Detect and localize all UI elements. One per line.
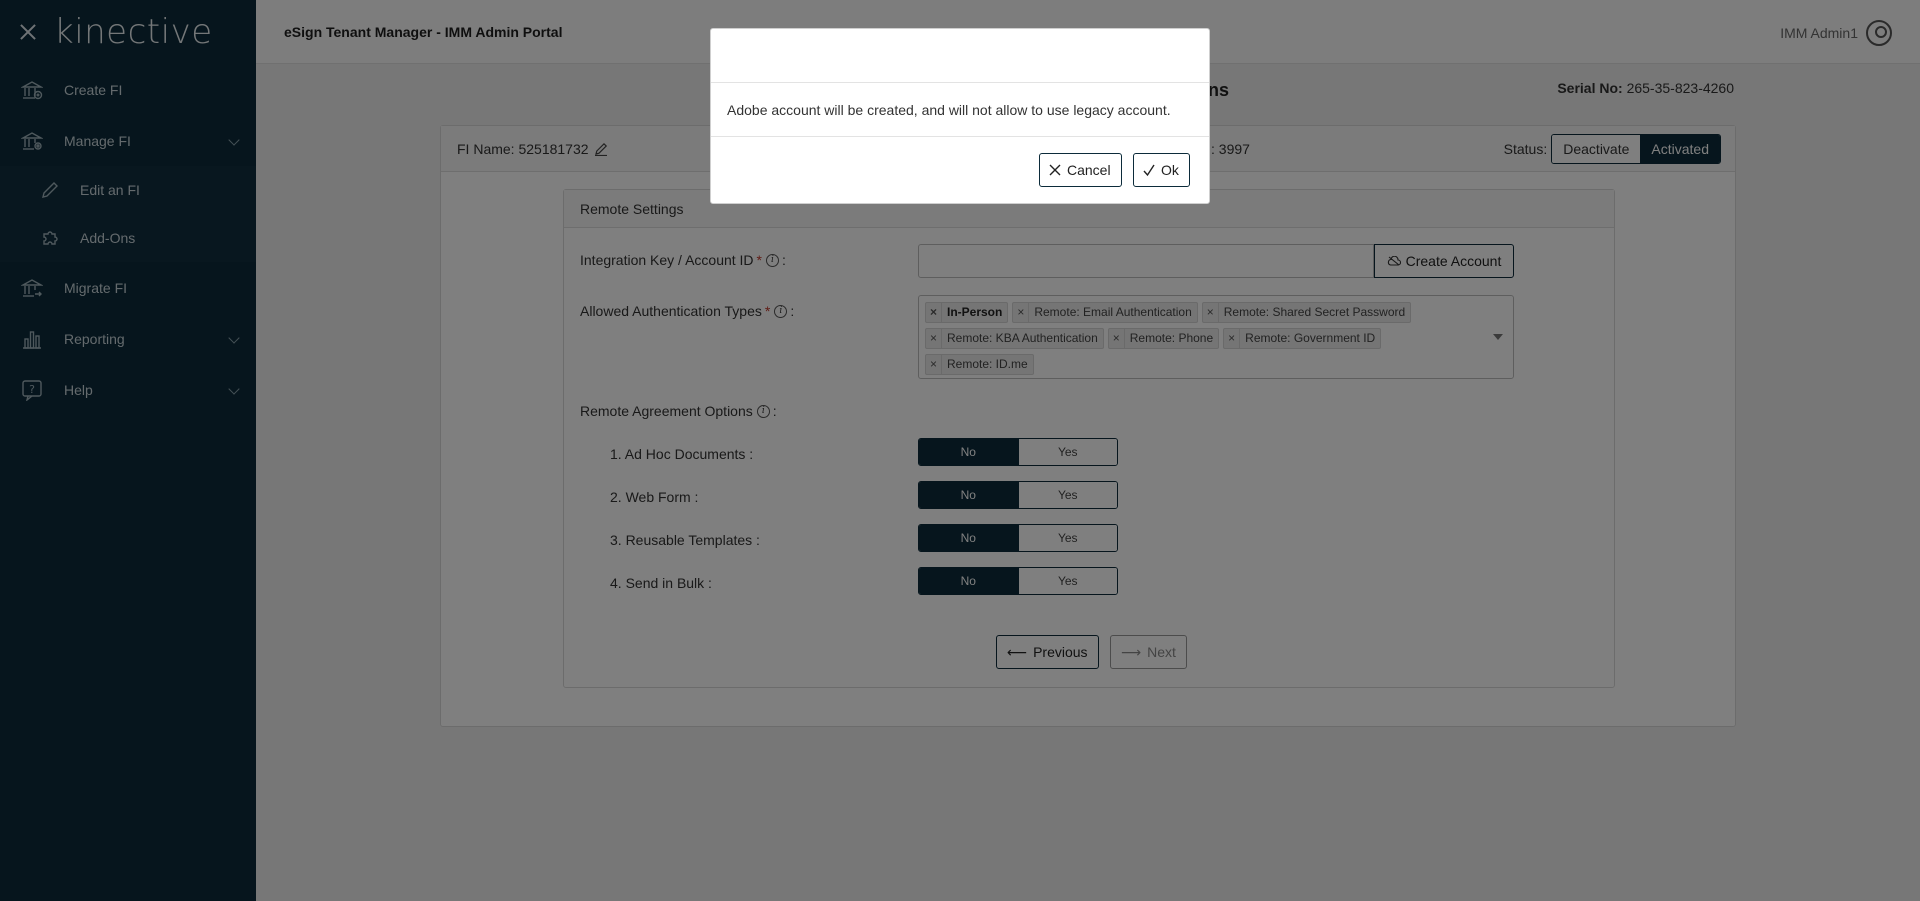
dialog-footer: Cancel Ok bbox=[711, 137, 1209, 204]
check-icon bbox=[1143, 164, 1155, 177]
close-icon bbox=[1049, 164, 1061, 176]
dialog-body: Adobe account will be created, and will … bbox=[711, 83, 1209, 137]
cancel-label: Cancel bbox=[1067, 162, 1111, 178]
confirm-dialog: Adobe account will be created, and will … bbox=[710, 28, 1210, 204]
dialog-header bbox=[711, 29, 1209, 83]
cancel-button[interactable]: Cancel bbox=[1039, 153, 1122, 187]
ok-label: Ok bbox=[1161, 162, 1179, 178]
ok-button[interactable]: Ok bbox=[1133, 153, 1190, 187]
dialog-message: Adobe account will be created, and will … bbox=[727, 101, 1171, 118]
